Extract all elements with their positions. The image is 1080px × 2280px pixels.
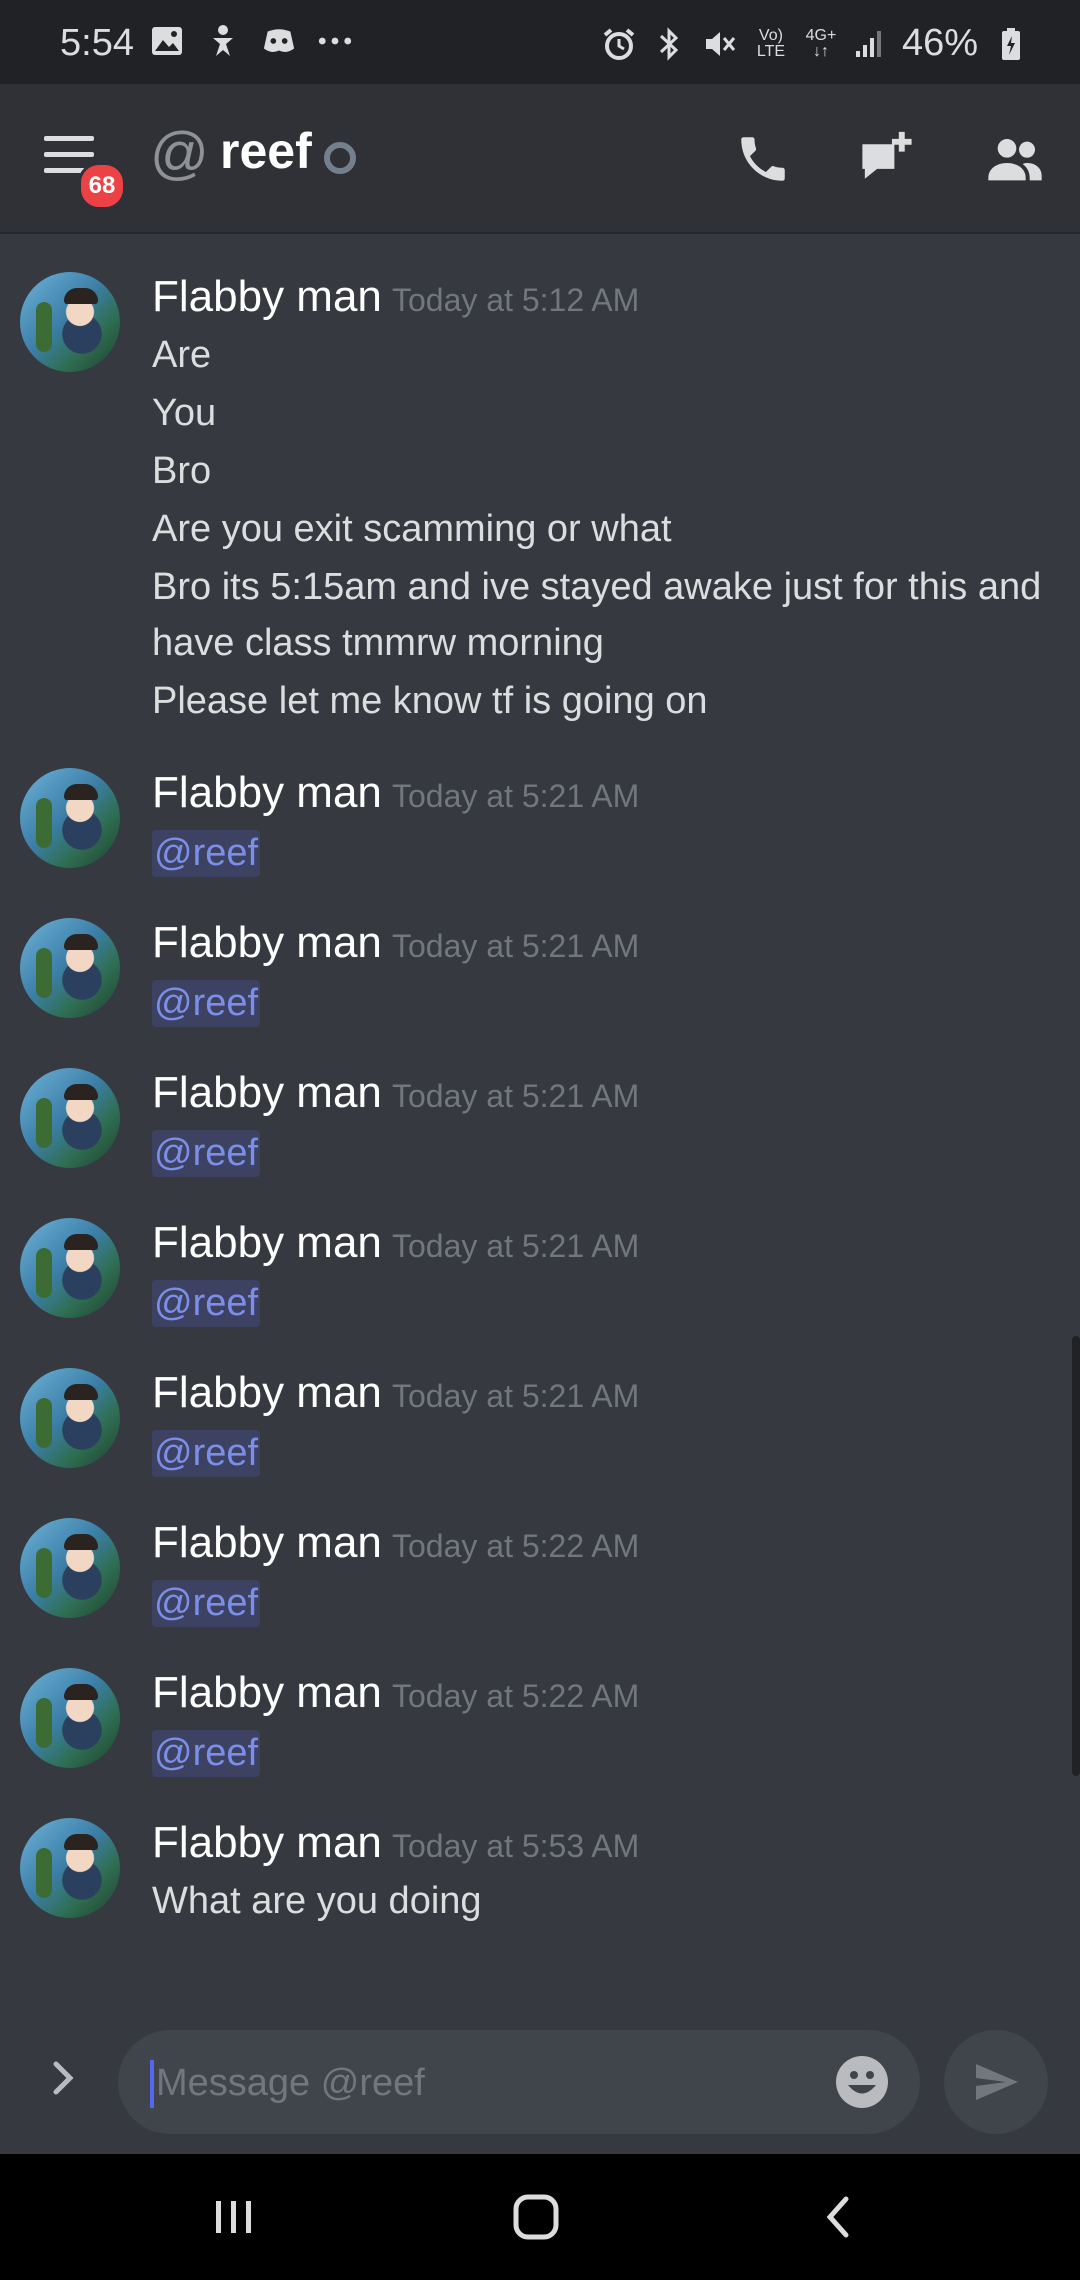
- send-icon: [976, 2064, 1018, 2100]
- status-bar: 5:54 Vo) LTE 4G+ ↓↑ 46%: [0, 0, 1080, 84]
- channel-title: reef: [220, 123, 312, 179]
- avatar[interactable]: [20, 1668, 120, 1768]
- message-text: Bro: [152, 450, 212, 492]
- more-icon: [318, 24, 352, 58]
- message-text: have class tmmrw morning: [152, 622, 604, 664]
- message-author[interactable]: Flabby man: [152, 1368, 382, 1418]
- avatar[interactable]: [20, 272, 120, 372]
- members-button[interactable]: [980, 124, 1050, 194]
- members-icon: [988, 139, 1042, 181]
- send-button[interactable]: [944, 2030, 1048, 2134]
- message-text: What are you doing: [152, 1880, 482, 1922]
- message-author[interactable]: Flabby man: [152, 1218, 382, 1268]
- battery-percent: 46%: [901, 22, 978, 64]
- user-mention[interactable]: @reef: [152, 980, 261, 1027]
- alarm-icon: [602, 27, 636, 61]
- menu-icon: [44, 136, 94, 141]
- emoji-icon: [836, 2056, 888, 2108]
- bluetooth-icon: [652, 26, 686, 61]
- user-mention[interactable]: @reef: [152, 1280, 261, 1327]
- discord-icon: [262, 24, 296, 58]
- volte-icon: Vo) LTE: [756, 26, 786, 60]
- unread-badge: 68: [78, 162, 126, 210]
- system-nav-bar: [0, 2154, 1080, 2280]
- phone-icon: [741, 137, 785, 181]
- avatar[interactable]: [20, 1518, 120, 1618]
- avatar[interactable]: [20, 1818, 120, 1918]
- user-mention[interactable]: @reef: [152, 1730, 261, 1777]
- expand-actions-button[interactable]: [44, 2056, 84, 2100]
- message-author[interactable]: Flabby man: [152, 1818, 382, 1868]
- message-timestamp: Today at 5:22 AM: [392, 1528, 640, 1564]
- message-input-wrapper: [118, 2030, 920, 2136]
- message-timestamp: Today at 5:22 AM: [392, 1678, 640, 1714]
- scrollbar[interactable]: [1072, 1336, 1080, 1776]
- message-list[interactable]: Flabby man Today at 5:12 AM Are You Bro …: [0, 232, 1080, 2002]
- home-icon: [513, 2194, 559, 2240]
- battery-icon: [994, 27, 1028, 61]
- message-author[interactable]: Flabby man: [152, 1668, 382, 1718]
- back-icon: [826, 2196, 849, 2238]
- message-input[interactable]: [154, 2030, 818, 2136]
- message-text: Are: [152, 334, 212, 376]
- call-button[interactable]: [728, 124, 798, 194]
- signal-icon: [852, 27, 886, 61]
- message-timestamp: Today at 5:12 AM: [392, 282, 640, 318]
- channel-header: 68 @ reef: [0, 84, 1080, 234]
- avatar[interactable]: [20, 1068, 120, 1168]
- add-chat-icon: [862, 131, 912, 179]
- message-text: You: [152, 392, 217, 434]
- status-right-icons: Vo) LTE 4G+ ↓↑ 46%: [602, 22, 1028, 65]
- message-author[interactable]: Flabby man: [152, 1518, 382, 1568]
- message-timestamp: Today at 5:21 AM: [392, 1378, 640, 1414]
- emoji-button[interactable]: [834, 2054, 890, 2110]
- user-mention[interactable]: @reef: [152, 830, 261, 877]
- message-timestamp: Today at 5:21 AM: [392, 778, 640, 814]
- avatar[interactable]: [20, 918, 120, 1018]
- back-button[interactable]: [798, 2184, 878, 2250]
- recents-icon: [216, 2201, 251, 2233]
- mute-icon: [702, 27, 736, 61]
- message-timestamp: Today at 5:21 AM: [392, 1078, 640, 1114]
- message-timestamp: Today at 5:53 AM: [392, 1828, 640, 1864]
- message-text: Please let me know tf is going on: [152, 680, 708, 722]
- user-mention[interactable]: @reef: [152, 1130, 261, 1177]
- avatar[interactable]: [20, 1368, 120, 1468]
- message-text: Are you exit scamming or what: [152, 508, 672, 550]
- status-left-icons: [150, 24, 352, 58]
- user-mention[interactable]: @reef: [152, 1430, 261, 1477]
- at-icon: @: [150, 121, 209, 186]
- new-group-dm-button[interactable]: [852, 124, 922, 194]
- 4g-icon: 4G+ ↓↑: [805, 26, 837, 60]
- avatar[interactable]: [20, 768, 120, 868]
- offline-status-icon: [324, 142, 356, 174]
- message-timestamp: Today at 5:21 AM: [392, 1228, 640, 1264]
- user-mention[interactable]: @reef: [152, 1580, 261, 1627]
- avatar[interactable]: [20, 1218, 120, 1318]
- chevron-right-icon: [53, 2061, 74, 2095]
- status-time: 5:54: [60, 22, 134, 64]
- home-button[interactable]: [496, 2184, 576, 2250]
- message-author[interactable]: Flabby man: [152, 918, 382, 968]
- message-composer: [0, 2002, 1080, 2154]
- message-author[interactable]: Flabby man: [152, 768, 382, 818]
- recents-button[interactable]: [194, 2184, 274, 2250]
- message-author[interactable]: Flabby man: [152, 1068, 382, 1118]
- accessibility-icon: [206, 24, 240, 58]
- message-text: Bro its 5:15am and ive stayed awake just…: [152, 566, 1042, 608]
- gallery-icon: [150, 24, 184, 58]
- message-author[interactable]: Flabby man: [152, 272, 382, 322]
- message-timestamp: Today at 5:21 AM: [392, 928, 640, 964]
